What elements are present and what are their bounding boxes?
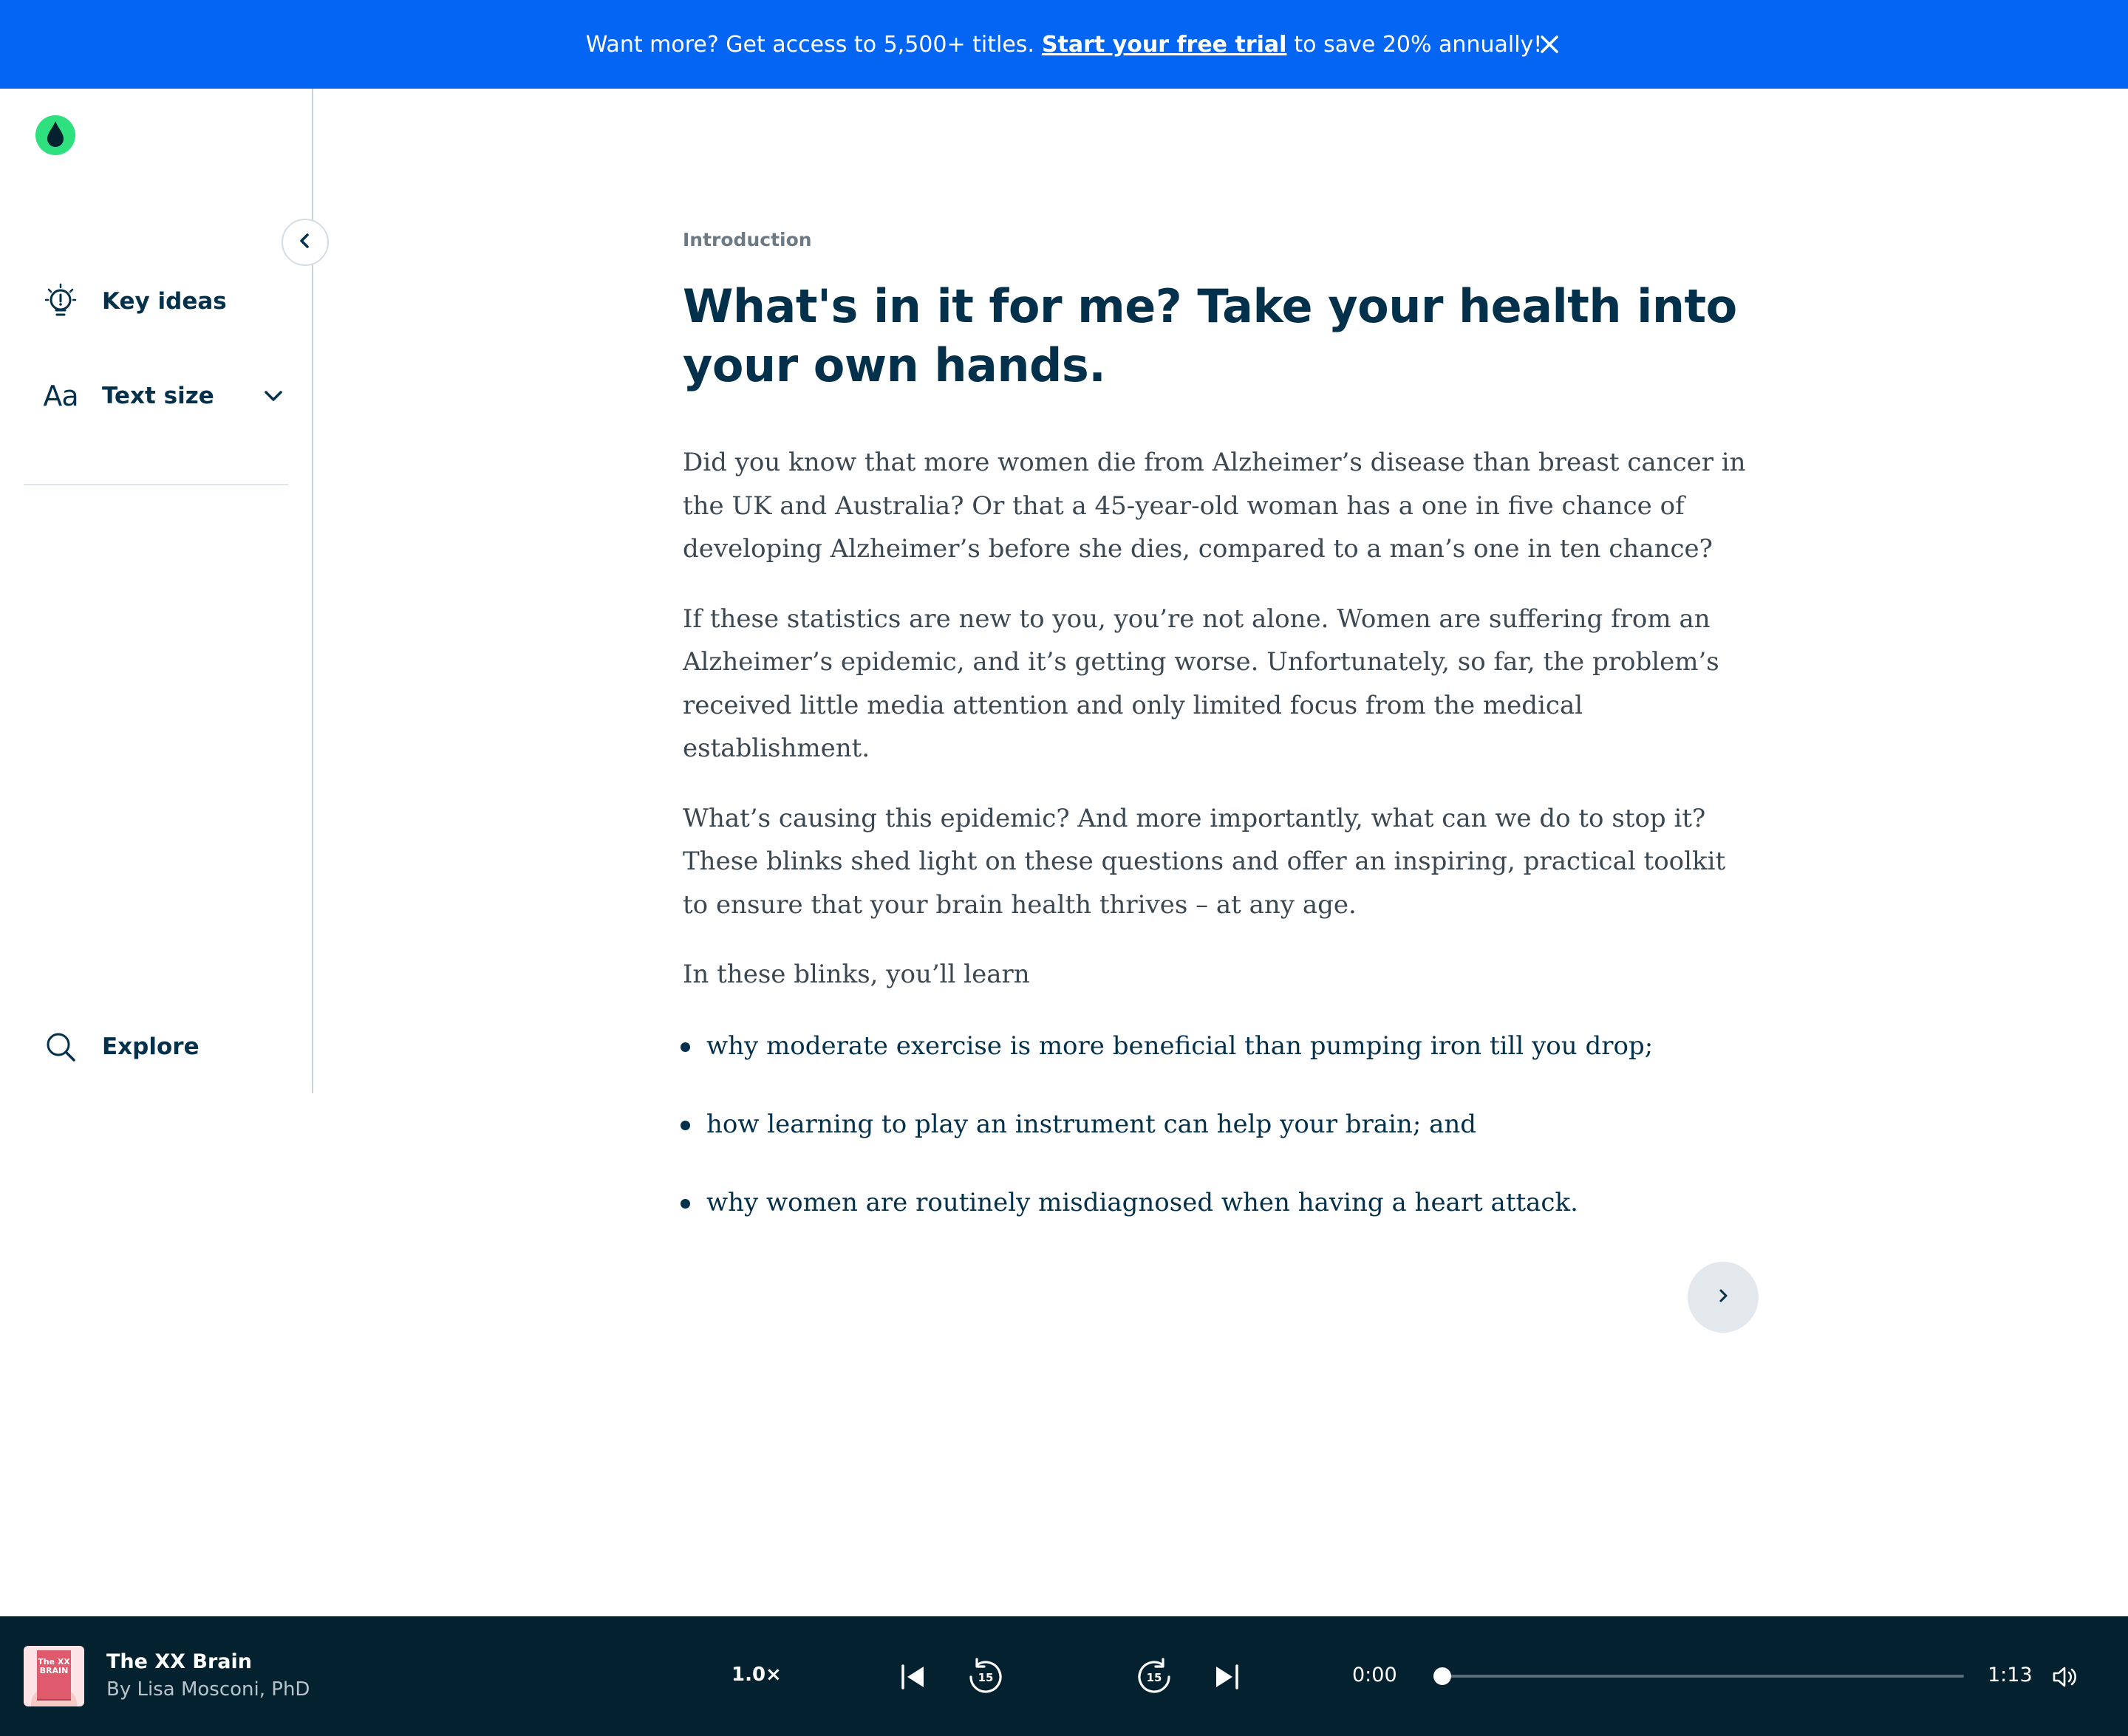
text-size-icon: Aa: [43, 380, 78, 412]
book-cover-art: The XX BRAIN: [37, 1650, 71, 1699]
player-author: By Lisa Mosconi, PhD: [106, 1678, 310, 1701]
learning-list: why moderate exercise is more beneficial…: [681, 1026, 1762, 1223]
list-item: why moderate exercise is more beneficial…: [681, 1026, 1762, 1066]
paragraph: If these statistics are new to you, you’…: [683, 604, 1719, 764]
sidebar-item-text-size[interactable]: Aa Text size: [41, 374, 285, 418]
chapter-title: What's in it for me? Take your health in…: [683, 279, 1737, 392]
lightbulb-icon: [41, 282, 80, 321]
chevron-down-icon[interactable]: [262, 384, 285, 414]
book-cover: The XX BRAIN: [24, 1646, 84, 1706]
sidebar-divider: [24, 484, 288, 485]
rewind-label: 15: [978, 1671, 994, 1684]
skip-previous-icon[interactable]: [890, 1653, 937, 1701]
list-item: how learning to play an instrument can h…: [681, 1104, 1762, 1144]
paragraph: What’s causing this epidemic? And more i…: [683, 803, 1726, 920]
progress-handle[interactable]: [1433, 1667, 1451, 1685]
list-item: why women are routinely misdiagnosed whe…: [681, 1183, 1762, 1223]
chevron-right-icon: [1713, 1285, 1733, 1310]
sidebar-item-label: Text size: [102, 383, 214, 409]
next-chapter-button[interactable]: [1688, 1262, 1759, 1333]
audio-player: The XX BRAIN The XX Brain By Lisa Moscon…: [0, 1616, 2128, 1736]
forward-label: 15: [1147, 1671, 1162, 1684]
current-time: 0:00: [1352, 1664, 1397, 1687]
collapse-sidebar-button[interactable]: [282, 219, 329, 266]
reader-content: Introduction What's in it for me? Take y…: [681, 229, 1762, 1261]
search-icon: [41, 1028, 80, 1066]
sidebar-item-label: Explore: [102, 1033, 200, 1060]
banner-text-after: to save 20% annually!: [1294, 31, 1543, 58]
progress-track[interactable]: [1442, 1675, 1964, 1678]
sidebar-item-key-ideas[interactable]: Key ideas: [41, 279, 227, 324]
close-icon[interactable]: [1535, 30, 1564, 59]
list-item-text: why moderate exercise is more beneficial…: [706, 1031, 1654, 1061]
chapter-label: Introduction: [683, 229, 812, 250]
sidebar-item-explore[interactable]: Explore: [41, 1025, 200, 1069]
skip-next-icon[interactable]: [1203, 1653, 1250, 1701]
list-item-text: how learning to play an instrument can h…: [706, 1109, 1477, 1139]
rewind-15-icon[interactable]: 15: [962, 1653, 1009, 1701]
banner-text: Want more? Get access to 5,500+ titles.: [585, 31, 1034, 58]
promo-banner: Want more? Get access to 5,500+ titles. …: [0, 0, 2128, 89]
playback-speed-button[interactable]: 1.0×: [732, 1664, 782, 1686]
chevron-left-icon: [295, 230, 316, 255]
paragraph: In these blinks, you’ll learn: [683, 960, 1030, 989]
sidebar: Key ideas Aa Text size Explore: [0, 89, 313, 1093]
sidebar-item-label: Key ideas: [102, 288, 227, 315]
bullet-icon: [681, 1042, 690, 1052]
free-trial-link[interactable]: Start your free trial: [1042, 32, 1286, 58]
bullet-icon: [681, 1120, 690, 1130]
total-time: 1:13: [1988, 1664, 2033, 1687]
list-item-text: why women are routinely misdiagnosed whe…: [706, 1187, 1578, 1217]
volume-icon[interactable]: [2041, 1653, 2088, 1701]
paragraph: Did you know that more women die from Al…: [683, 448, 1746, 564]
bullet-icon: [681, 1198, 690, 1209]
blinkist-logo-icon[interactable]: [34, 112, 77, 155]
player-book-title: The XX Brain: [106, 1650, 252, 1673]
forward-15-icon[interactable]: 15: [1130, 1653, 1178, 1701]
